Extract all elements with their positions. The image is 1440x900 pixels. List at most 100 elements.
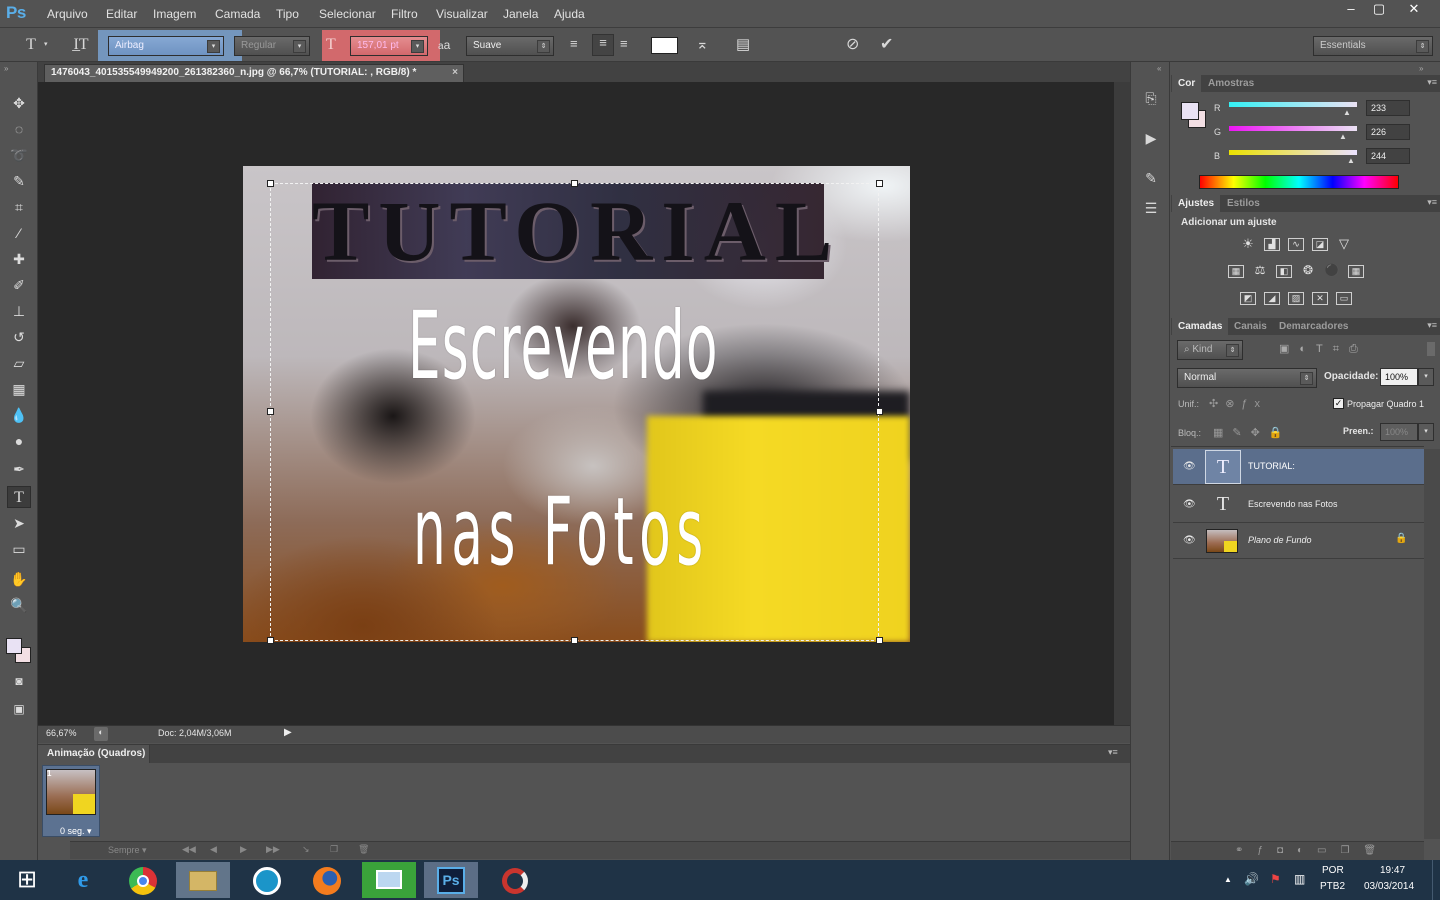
tab-camadas[interactable]: Camadas [1172,318,1229,335]
eye-icon[interactable]: 👁 [1183,535,1197,547]
tab-canais[interactable]: Canais [1228,318,1273,335]
color-lookup-icon[interactable]: ▦ [1348,265,1364,278]
posterize-icon[interactable]: ◢ [1264,292,1280,305]
photo-filter-icon[interactable]: ❂ [1300,264,1316,278]
layer-row-background[interactable]: 👁 Plano de Fundo 🔒 [1173,523,1424,559]
transform-handle[interactable] [267,180,274,187]
eye-icon[interactable]: 👁 [1183,499,1197,511]
unify-icons[interactable]: ✣⊗ƒx [1209,397,1267,410]
status-menu-arrow-icon[interactable]: ▶ [284,727,292,738]
show-desktop-button[interactable] [1432,860,1440,900]
dodge-tool-icon[interactable]: ● [7,430,31,452]
delete-frame-icon[interactable]: 🗑 [358,844,369,855]
g-slider[interactable] [1229,126,1357,131]
animation-frame[interactable]: 1 0 seg. ▾ [42,765,100,837]
input-layout[interactable]: PTB2 [1320,881,1345,892]
app-icon[interactable] [488,862,542,898]
vibrance-icon[interactable]: ▽ [1336,237,1352,251]
layers-footer-icons[interactable]: ⚭ƒ◘◐▭❐🗑 [1235,845,1390,856]
rectangle-tool-icon[interactable]: ▭ [7,538,31,560]
windows-start-icon[interactable]: ⊞ [0,862,54,898]
zoom-tool-icon[interactable]: 🔍 [7,594,31,616]
transform-handle[interactable] [571,180,578,187]
commit-check-icon[interactable]: ✔ [880,34,893,54]
layers-scrollbar[interactable] [1424,449,1440,839]
g-value[interactable]: 226 [1366,124,1410,140]
gradient-tool-icon[interactable]: ▦ [7,378,31,400]
chevron-down-icon[interactable]: ▾ [1418,368,1434,386]
brush-tool-icon[interactable]: ✐ [7,274,31,296]
brush-presets-icon[interactable]: ✎ [1140,170,1162,187]
levels-icon[interactable]: ▟ [1264,238,1280,251]
layer-row-tutorial[interactable]: 👁 T TUTORIAL: [1173,449,1424,485]
layer-kind-filter[interactable]: ⌕ Kind ⇕ [1177,340,1243,360]
menu-janela[interactable]: Janela [503,7,538,21]
font-size-select[interactable]: 157,01 pt ▾ [350,36,428,56]
quick-selection-tool-icon[interactable]: ✎ [7,170,31,192]
restore-button[interactable]: ▢ [1362,0,1396,20]
volume-icon[interactable]: 🔊 [1244,872,1259,886]
show-hidden-icons[interactable]: ▲ [1224,875,1232,884]
actions-panel-icon[interactable]: ▶ [1140,130,1162,147]
tab-amostras[interactable]: Amostras [1202,75,1260,92]
crop-tool-icon[interactable]: ⌗ [7,196,31,218]
app-icon[interactable] [240,862,294,898]
channel-mixer-icon[interactable]: ⚫ [1324,264,1340,278]
animation-panel-tab[interactable]: Animação (Quadros) [38,745,150,763]
pen-tool-icon[interactable]: ✒ [7,458,31,480]
document-tab[interactable]: 1476043_401535549949200_261382360_n.jpg … [44,64,464,82]
clock-time[interactable]: 19:47 [1380,865,1405,876]
file-explorer-icon[interactable] [176,862,230,898]
zoom-level[interactable]: 66,67% [46,728,77,738]
frame-delay[interactable]: 0 seg. ▾ [60,826,92,837]
network-icon[interactable]: ▥ [1294,872,1305,886]
menu-arquivo[interactable]: Arquivo [47,7,88,21]
internet-explorer-icon[interactable]: e [56,862,110,898]
healing-brush-tool-icon[interactable]: ✚ [7,248,31,270]
tab-cor[interactable]: Cor [1172,75,1202,92]
align-center-icon[interactable]: ≡ [592,34,614,56]
fill-value[interactable]: 100% [1380,423,1418,441]
path-selection-tool-icon[interactable]: ➤ [7,512,31,534]
panel-menu-icon[interactable]: ▾≡ [1427,77,1437,88]
antialias-select[interactable]: Suave ⇕ [466,36,554,56]
filter-toggle[interactable] [1427,342,1435,356]
transform-handle[interactable] [267,408,274,415]
g-slider-thumb-icon[interactable]: ▲ [1339,132,1347,141]
tool-presets-icon[interactable]: ☰ [1140,200,1162,217]
history-panel-icon[interactable]: ⎘ [1140,90,1162,107]
next-frame-icon[interactable]: ▶▶ [266,844,280,855]
first-frame-icon[interactable]: ◀◀ [182,844,196,855]
vertical-scrollbar[interactable] [1114,82,1130,725]
menu-tipo[interactable]: Tipo [276,7,299,21]
tab-ajustes[interactable]: Ajustes [1172,195,1221,212]
r-slider[interactable] [1229,102,1357,107]
input-language[interactable]: POR [1322,865,1344,876]
foreground-color-swatch[interactable] [6,638,22,654]
loop-select[interactable]: Sempre ▾ [108,845,147,856]
collapse-icon[interactable]: « [1157,64,1161,73]
transform-handle[interactable] [876,637,883,644]
tween-icon[interactable]: ↘ [302,844,310,855]
eyedropper-tool-icon[interactable]: ⁄ [7,222,31,244]
invert-icon[interactable]: ◩ [1240,292,1256,305]
layer-row-escrevendo[interactable]: 👁 T Escrevendo nas Fotos [1173,487,1424,523]
toggle-orientation-icon[interactable]: I̲T [70,36,92,54]
warp-text-icon[interactable]: ⌅ [696,35,709,53]
transform-handle[interactable] [267,637,274,644]
opacity-value[interactable]: 100% [1380,368,1418,386]
quick-mask-icon[interactable]: ◙ [7,670,31,692]
text-color-swatch[interactable] [651,37,678,54]
collapse-icon[interactable]: » [4,64,8,73]
menu-filtro[interactable]: Filtro [391,7,418,21]
transform-handle[interactable] [571,637,578,644]
align-right-icon[interactable]: ≡ [620,36,628,51]
eraser-tool-icon[interactable]: ▱ [7,352,31,374]
align-left-icon[interactable]: ≡ [570,36,578,51]
text-bounding-box[interactable] [270,183,879,641]
threshold-icon[interactable]: ▨ [1288,292,1304,305]
tab-estilos[interactable]: Estilos [1221,195,1266,212]
panel-menu-icon[interactable]: ▾≡ [1108,747,1118,758]
menu-imagem[interactable]: Imagem [153,7,196,21]
b-value[interactable]: 244 [1366,148,1410,164]
